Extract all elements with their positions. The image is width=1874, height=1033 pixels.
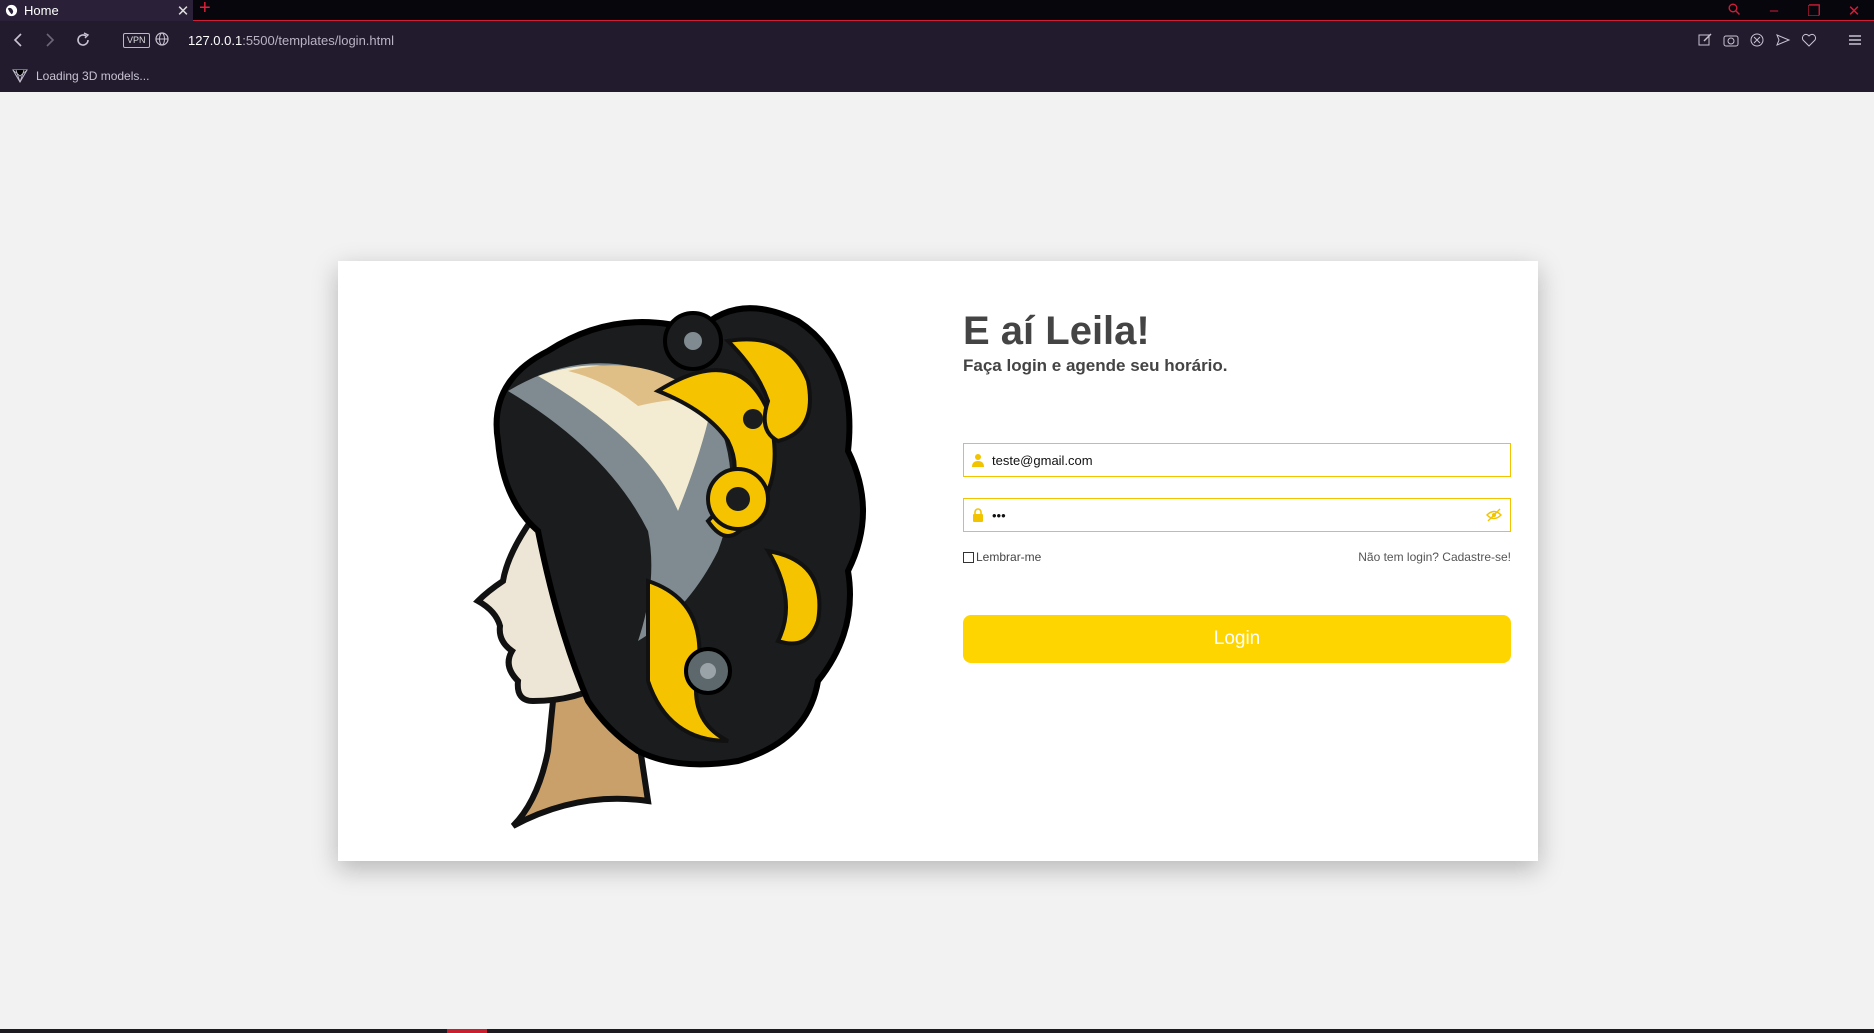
tab-title: Home xyxy=(24,3,59,18)
status-bar: Loading 3D models... xyxy=(0,61,1874,92)
email-input[interactable] xyxy=(992,444,1472,476)
remember-me[interactable]: Lembrar-me xyxy=(963,550,1041,564)
back-icon[interactable] xyxy=(8,29,30,51)
login-subtitle: Faça login e agende seu horário. xyxy=(963,356,1228,375)
taskbar-active-indicator xyxy=(447,1029,487,1033)
heart-icon[interactable] xyxy=(1800,31,1818,49)
password-input[interactable] xyxy=(992,499,1472,531)
menu-icon[interactable] xyxy=(1846,31,1864,49)
reload-icon[interactable] xyxy=(72,29,94,51)
login-button[interactable]: Login xyxy=(963,615,1511,663)
close-tab-icon[interactable]: ✕ xyxy=(173,2,193,20)
address-bar[interactable]: 127.0.0.1:5500/templates/login.html xyxy=(188,33,394,48)
signup-link[interactable]: Não tem login? Cadastre-se! xyxy=(1358,550,1511,564)
window-controls: – ❐ ✕ xyxy=(1714,0,1874,21)
send-icon[interactable] xyxy=(1774,31,1792,49)
tab-strip: Home ✕ + – ❐ ✕ xyxy=(0,0,1874,21)
block-icon[interactable] xyxy=(1748,31,1766,49)
globe-icon xyxy=(5,4,18,17)
restore-icon[interactable]: ❐ xyxy=(1794,2,1834,20)
toolbar-actions xyxy=(1696,31,1874,49)
url-path: :5500/templates/login.html xyxy=(242,33,394,48)
forward-icon[interactable] xyxy=(38,29,60,51)
password-field xyxy=(963,498,1511,532)
search-tabs-icon[interactable] xyxy=(1714,2,1754,19)
new-tab-icon[interactable]: + xyxy=(199,0,211,20)
site-info-icon[interactable] xyxy=(155,32,169,46)
loading-3d-icon xyxy=(12,69,28,83)
login-card: E aí Leila! Faça login e agende seu horá… xyxy=(338,261,1538,861)
remember-checkbox[interactable] xyxy=(963,551,974,563)
vpn-badge[interactable]: VPN xyxy=(123,33,150,48)
camera-icon[interactable] xyxy=(1722,31,1740,49)
address-toolbar: VPN 127.0.0.1:5500/templates/login.html xyxy=(0,21,1874,61)
bottom-taskbar-edge xyxy=(0,1029,1874,1033)
url-host: 127.0.0.1 xyxy=(188,33,243,48)
remember-label: Lembrar-me xyxy=(976,550,1042,564)
greeting-heading: E aí Leila! xyxy=(963,309,1150,353)
eye-slash-icon[interactable] xyxy=(1486,508,1502,522)
lock-icon xyxy=(973,508,983,522)
minimize-icon[interactable]: – xyxy=(1754,2,1794,19)
browser-tab[interactable]: Home ✕ xyxy=(0,0,193,21)
edit-icon[interactable] xyxy=(1696,31,1714,49)
user-icon xyxy=(972,454,984,467)
email-field xyxy=(963,443,1511,477)
woman-hair-logo xyxy=(473,305,866,829)
status-text: Loading 3D models... xyxy=(36,69,150,83)
close-window-icon[interactable]: ✕ xyxy=(1834,2,1874,20)
